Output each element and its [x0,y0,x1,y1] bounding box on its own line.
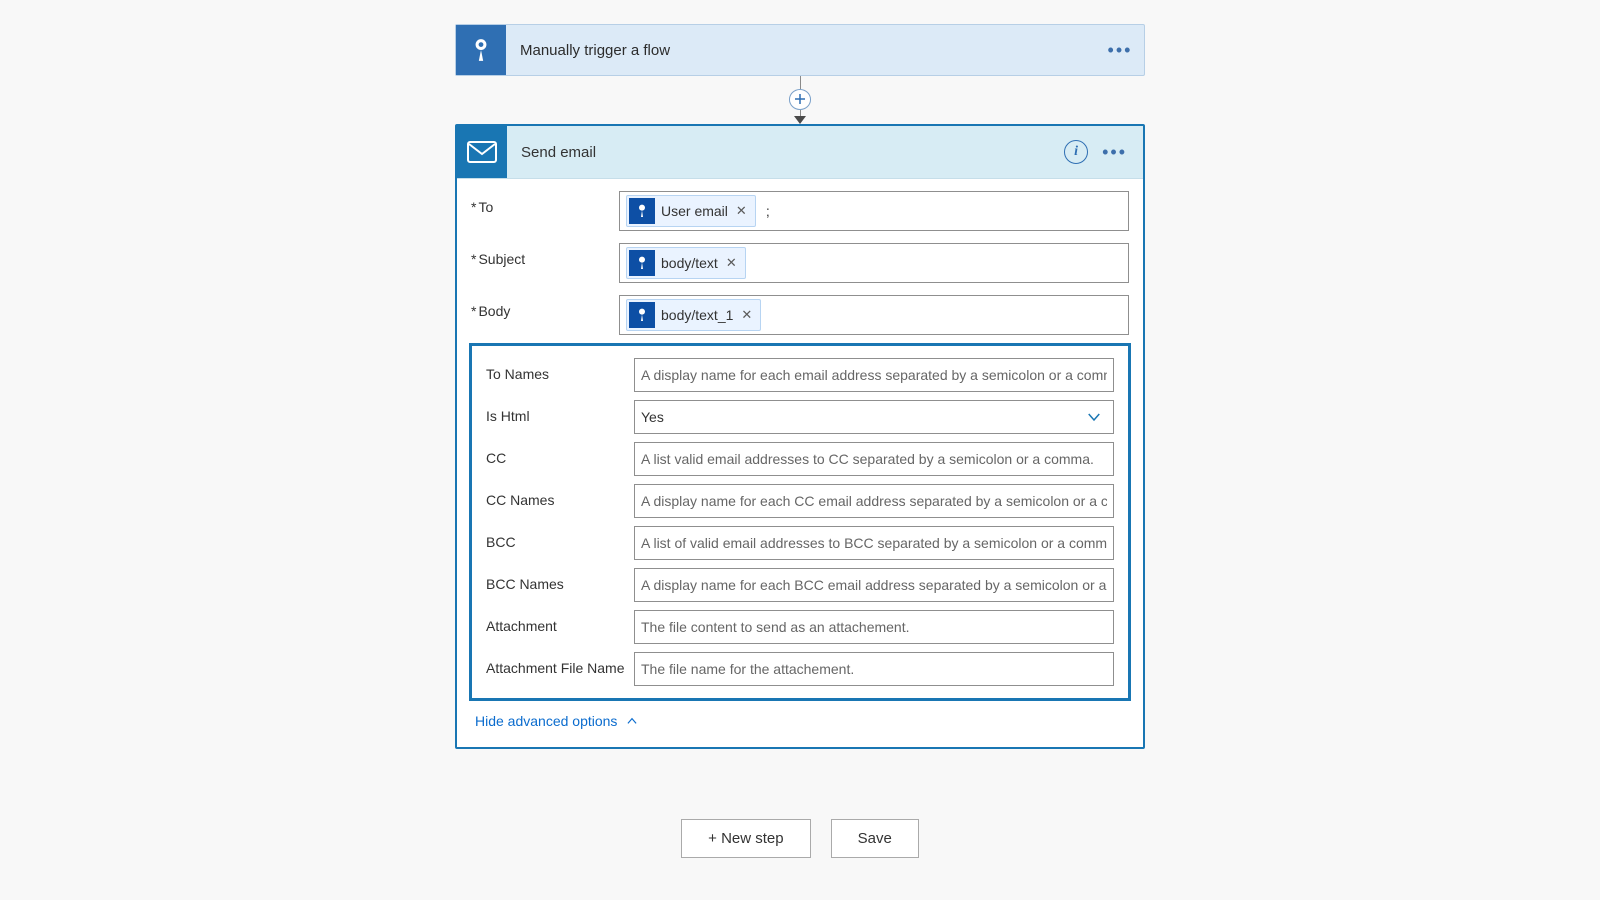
label-cc: CC [486,442,634,466]
label-is-html: Is Html [486,400,634,424]
hide-advanced-label: Hide advanced options [475,713,617,729]
label-to-names: To Names [486,358,634,382]
new-step-button[interactable]: + New step [681,819,810,858]
label-body: *Body [471,295,619,319]
label-bcc: BCC [486,526,634,550]
action-card: Send email i ••• *To User email ✕ [455,124,1145,749]
token-remove-icon[interactable]: ✕ [739,307,754,323]
field-to[interactable]: User email ✕ ; [619,191,1129,231]
input-bcc[interactable] [641,531,1107,555]
field-bcc-names[interactable] [634,568,1114,602]
chevron-down-icon [1085,408,1103,426]
trigger-title: Manually trigger a flow [506,42,1096,59]
label-bcc-names: BCC Names [486,568,634,592]
field-cc-names[interactable] [634,484,1114,518]
field-to-names[interactable] [634,358,1114,392]
trigger-icon [456,25,506,75]
token-remove-icon[interactable]: ✕ [734,203,749,219]
is-html-value: Yes [641,405,664,429]
label-to: *To [471,191,619,215]
action-more-button[interactable]: ••• [1102,142,1127,163]
dynamic-content-icon [629,250,655,276]
token-body-text-1[interactable]: body/text_1 ✕ [626,299,761,331]
token-label: User email [661,203,728,219]
action-title: Send email [507,144,1064,161]
hide-advanced-options[interactable]: Hide advanced options [471,701,643,729]
label-attachment: Attachment [486,610,634,634]
add-step-button[interactable] [789,89,811,110]
action-header[interactable]: Send email i ••• [457,126,1143,179]
input-attachment-file-name[interactable] [641,657,1107,681]
ellipsis-icon: ••• [1108,40,1133,61]
info-icon[interactable]: i [1064,140,1088,164]
input-bcc-names[interactable] [641,573,1107,597]
token-label: body/text_1 [661,307,733,323]
trigger-card[interactable]: Manually trigger a flow ••• [455,24,1145,76]
mail-icon [457,126,507,178]
field-bcc[interactable] [634,526,1114,560]
input-cc-names[interactable] [641,489,1107,513]
connector [455,76,1145,124]
input-attachment[interactable] [641,615,1107,639]
token-remove-icon[interactable]: ✕ [724,255,739,271]
trigger-more-button[interactable]: ••• [1096,40,1144,61]
field-subject[interactable]: body/text ✕ [619,243,1129,283]
token-label: body/text [661,255,718,271]
footer-actions: + New step Save [455,819,1145,858]
dynamic-content-icon [629,302,655,328]
chevron-up-icon [625,714,639,728]
label-subject: *Subject [471,243,619,267]
input-to-names[interactable] [641,363,1107,387]
field-body[interactable]: body/text_1 ✕ [619,295,1129,335]
field-attachment[interactable] [634,610,1114,644]
save-button[interactable]: Save [831,819,919,858]
field-is-html[interactable]: Yes [634,400,1114,434]
advanced-options: To Names Is Html Yes CC [469,343,1131,701]
to-delimiter: ; [762,203,770,219]
token-user-email[interactable]: User email ✕ [626,195,756,227]
input-cc[interactable] [641,447,1107,471]
label-cc-names: CC Names [486,484,634,508]
label-attachment-file-name: Attachment File Name [486,652,634,676]
token-body-text[interactable]: body/text ✕ [626,247,746,279]
field-attachment-file-name[interactable] [634,652,1114,686]
field-cc[interactable] [634,442,1114,476]
dynamic-content-icon [629,198,655,224]
